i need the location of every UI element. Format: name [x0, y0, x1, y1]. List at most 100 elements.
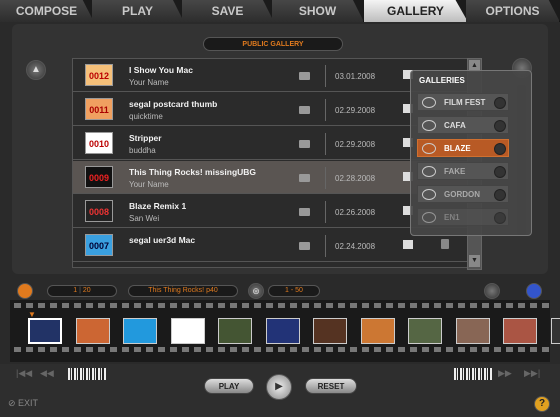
filmstrip: ▼	[10, 300, 560, 362]
gallery-item[interactable]: FILM FEST	[417, 93, 509, 111]
gallery-item[interactable]: FAKE	[417, 162, 509, 180]
perforation	[14, 347, 21, 352]
perforation	[266, 303, 273, 308]
gallery-item-selected[interactable]: BLAZE	[417, 139, 509, 157]
speaker-icon[interactable]	[526, 283, 542, 299]
film-frame[interactable]	[360, 318, 395, 344]
film-frame[interactable]	[170, 318, 205, 344]
play-button[interactable]: PLAY	[204, 378, 254, 394]
mail-icon[interactable]	[299, 72, 310, 80]
perforation	[446, 303, 453, 308]
perforation	[410, 347, 417, 352]
reel-icon[interactable]: ⊛	[248, 283, 264, 299]
perforation	[74, 303, 81, 308]
toggle-icon[interactable]	[494, 120, 506, 132]
perforation	[230, 303, 237, 308]
perforation	[134, 303, 141, 308]
thumbnail: 0012	[85, 64, 113, 86]
mail-icon[interactable]	[299, 242, 310, 250]
list-item[interactable]: 0008 Blaze Remix 1 San Wei 02.26.2008	[73, 195, 467, 228]
exit-button[interactable]: ⊘ EXIT	[8, 398, 38, 409]
divider	[325, 201, 326, 223]
divider	[325, 235, 326, 257]
film-frame[interactable]	[455, 318, 490, 344]
scroll-down-icon[interactable]: ▼	[469, 255, 480, 267]
eye-icon[interactable]	[422, 166, 436, 177]
perforation	[494, 303, 501, 308]
film-frame-selected[interactable]	[28, 318, 62, 344]
clapper-icon[interactable]	[403, 240, 413, 249]
film-frame[interactable]	[550, 318, 560, 344]
list-item[interactable]: 0011 segal postcard thumb quicktime 02.2…	[73, 93, 467, 126]
perforation	[230, 347, 237, 352]
mail-icon[interactable]	[299, 208, 310, 216]
gallery-item[interactable]: GORDON	[417, 185, 509, 203]
film-frame[interactable]	[75, 318, 110, 344]
film-frame[interactable]	[265, 318, 300, 344]
divider	[325, 99, 326, 121]
eye-icon[interactable]	[422, 189, 436, 200]
film-frame[interactable]	[218, 318, 252, 344]
perforation	[326, 347, 333, 352]
list-item-selected[interactable]: 0009 This Thing Rocks! missingUBG Your N…	[73, 161, 467, 194]
perforation	[302, 303, 309, 308]
camera-icon[interactable]	[484, 283, 500, 299]
list-item[interactable]: 0007 segal uer3d Mac 02.24.2008	[73, 229, 467, 262]
skip-forward-icon[interactable]: ▶▶|	[524, 368, 540, 379]
perforation	[350, 347, 357, 352]
perforation	[158, 347, 165, 352]
tab-play[interactable]: PLAY	[92, 0, 184, 22]
film-frame[interactable]	[408, 318, 442, 344]
tab-gallery[interactable]: GALLERY	[364, 0, 468, 22]
perforation	[374, 347, 381, 352]
eye-icon[interactable]	[422, 212, 436, 223]
item-date: 02.26.2008	[335, 208, 376, 217]
perforation	[398, 347, 405, 352]
gallery-list: 0012 I Show You Mac Your Name 03.01.2008…	[72, 58, 468, 268]
tab-compose[interactable]: COMPOSE	[0, 0, 94, 22]
perforation	[410, 303, 417, 308]
list-item[interactable]: 0010 Stripper buddha 02.29.2008	[73, 127, 467, 160]
perforation	[314, 347, 321, 352]
perforation	[434, 347, 441, 352]
tab-save[interactable]: SAVE	[182, 0, 274, 22]
tab-show[interactable]: SHOW	[272, 0, 364, 22]
galleries-scrollbar[interactable]	[517, 85, 526, 235]
perforation	[242, 303, 249, 308]
mail-icon[interactable]	[299, 174, 310, 182]
list-item[interactable]: 0012 I Show You Mac Your Name 03.01.2008	[73, 59, 467, 92]
play-icon[interactable]: ▶	[266, 374, 292, 400]
mail-icon[interactable]	[299, 106, 310, 114]
reset-button[interactable]: RESET	[305, 378, 357, 394]
trash-icon[interactable]	[441, 239, 449, 249]
gallery-item[interactable]: CAFA	[417, 116, 509, 134]
film-frame[interactable]	[123, 318, 157, 344]
help-button[interactable]: ?	[534, 396, 550, 412]
item-date: 02.24.2008	[335, 242, 376, 251]
gallery-name: CAFA	[444, 121, 466, 130]
eye-icon[interactable]	[422, 97, 436, 108]
folder-icon[interactable]	[17, 283, 33, 299]
rewind-icon[interactable]: ◀◀	[40, 368, 54, 379]
gallery-item[interactable]: EN1	[417, 208, 509, 226]
toggle-icon[interactable]	[494, 166, 506, 178]
tab-options[interactable]: OPTIONS	[466, 0, 560, 22]
eye-icon[interactable]	[422, 120, 436, 131]
divider	[325, 167, 326, 189]
perforation	[86, 303, 93, 308]
skip-back-icon[interactable]: |◀◀	[16, 368, 32, 379]
upload-button[interactable]: ▲	[26, 60, 46, 80]
mail-icon[interactable]	[299, 140, 310, 148]
toggle-icon[interactable]	[494, 97, 506, 109]
perforations	[10, 302, 550, 310]
eye-icon[interactable]	[422, 143, 436, 154]
item-author: Your Name	[129, 78, 169, 87]
toggle-icon[interactable]	[494, 212, 506, 224]
thumbnail: 0008	[85, 200, 113, 222]
fast-forward-icon[interactable]: ▶▶	[498, 368, 512, 379]
film-frame[interactable]	[503, 318, 537, 344]
toggle-icon[interactable]	[494, 143, 506, 155]
toggle-icon[interactable]	[494, 189, 506, 201]
film-frame[interactable]	[313, 318, 347, 344]
item-date: 02.29.2008	[335, 106, 376, 115]
